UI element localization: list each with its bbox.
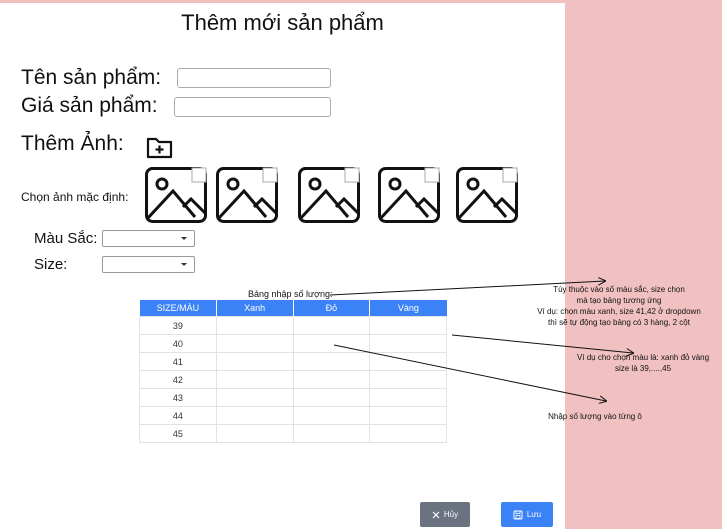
save-icon: [513, 510, 523, 519]
note-line: Ví dụ cho chọn màu là: xanh đỏ vàng: [576, 353, 710, 362]
note-line: thì sẽ tự động tạo bảng có 3 hàng, 2 cột: [548, 318, 690, 327]
save-button-label: Lưu: [526, 510, 542, 519]
note-line: Tùy thuộc vào số màu sắc, size chọn: [553, 285, 685, 294]
cancel-button-label: Hủy: [443, 510, 459, 519]
close-icon: [432, 511, 440, 518]
note-line: size là 39,....,45: [614, 364, 672, 373]
annotation-note-3: Nhập số lượng vào từng ô: [548, 412, 642, 421]
arrow-to-note-2: [451, 334, 633, 353]
note-line: Ví dụ: chọn màu xanh, size 41,42 ở dropd…: [537, 307, 701, 316]
annotation-arrows: [329, 0, 722, 529]
arrow-to-note-3: [333, 344, 606, 401]
cancel-button[interactable]: Hủy: [420, 502, 470, 527]
annotation-note-2: Ví dụ cho chọn màu là: xanh đỏ vàng size…: [568, 352, 718, 374]
annotation-note-1: Tùy thuộc vào số màu sắc, size chọn mà t…: [524, 284, 714, 328]
note-line: mà tạo bảng tương ứng: [576, 296, 662, 305]
save-button[interactable]: Lưu: [501, 502, 553, 527]
